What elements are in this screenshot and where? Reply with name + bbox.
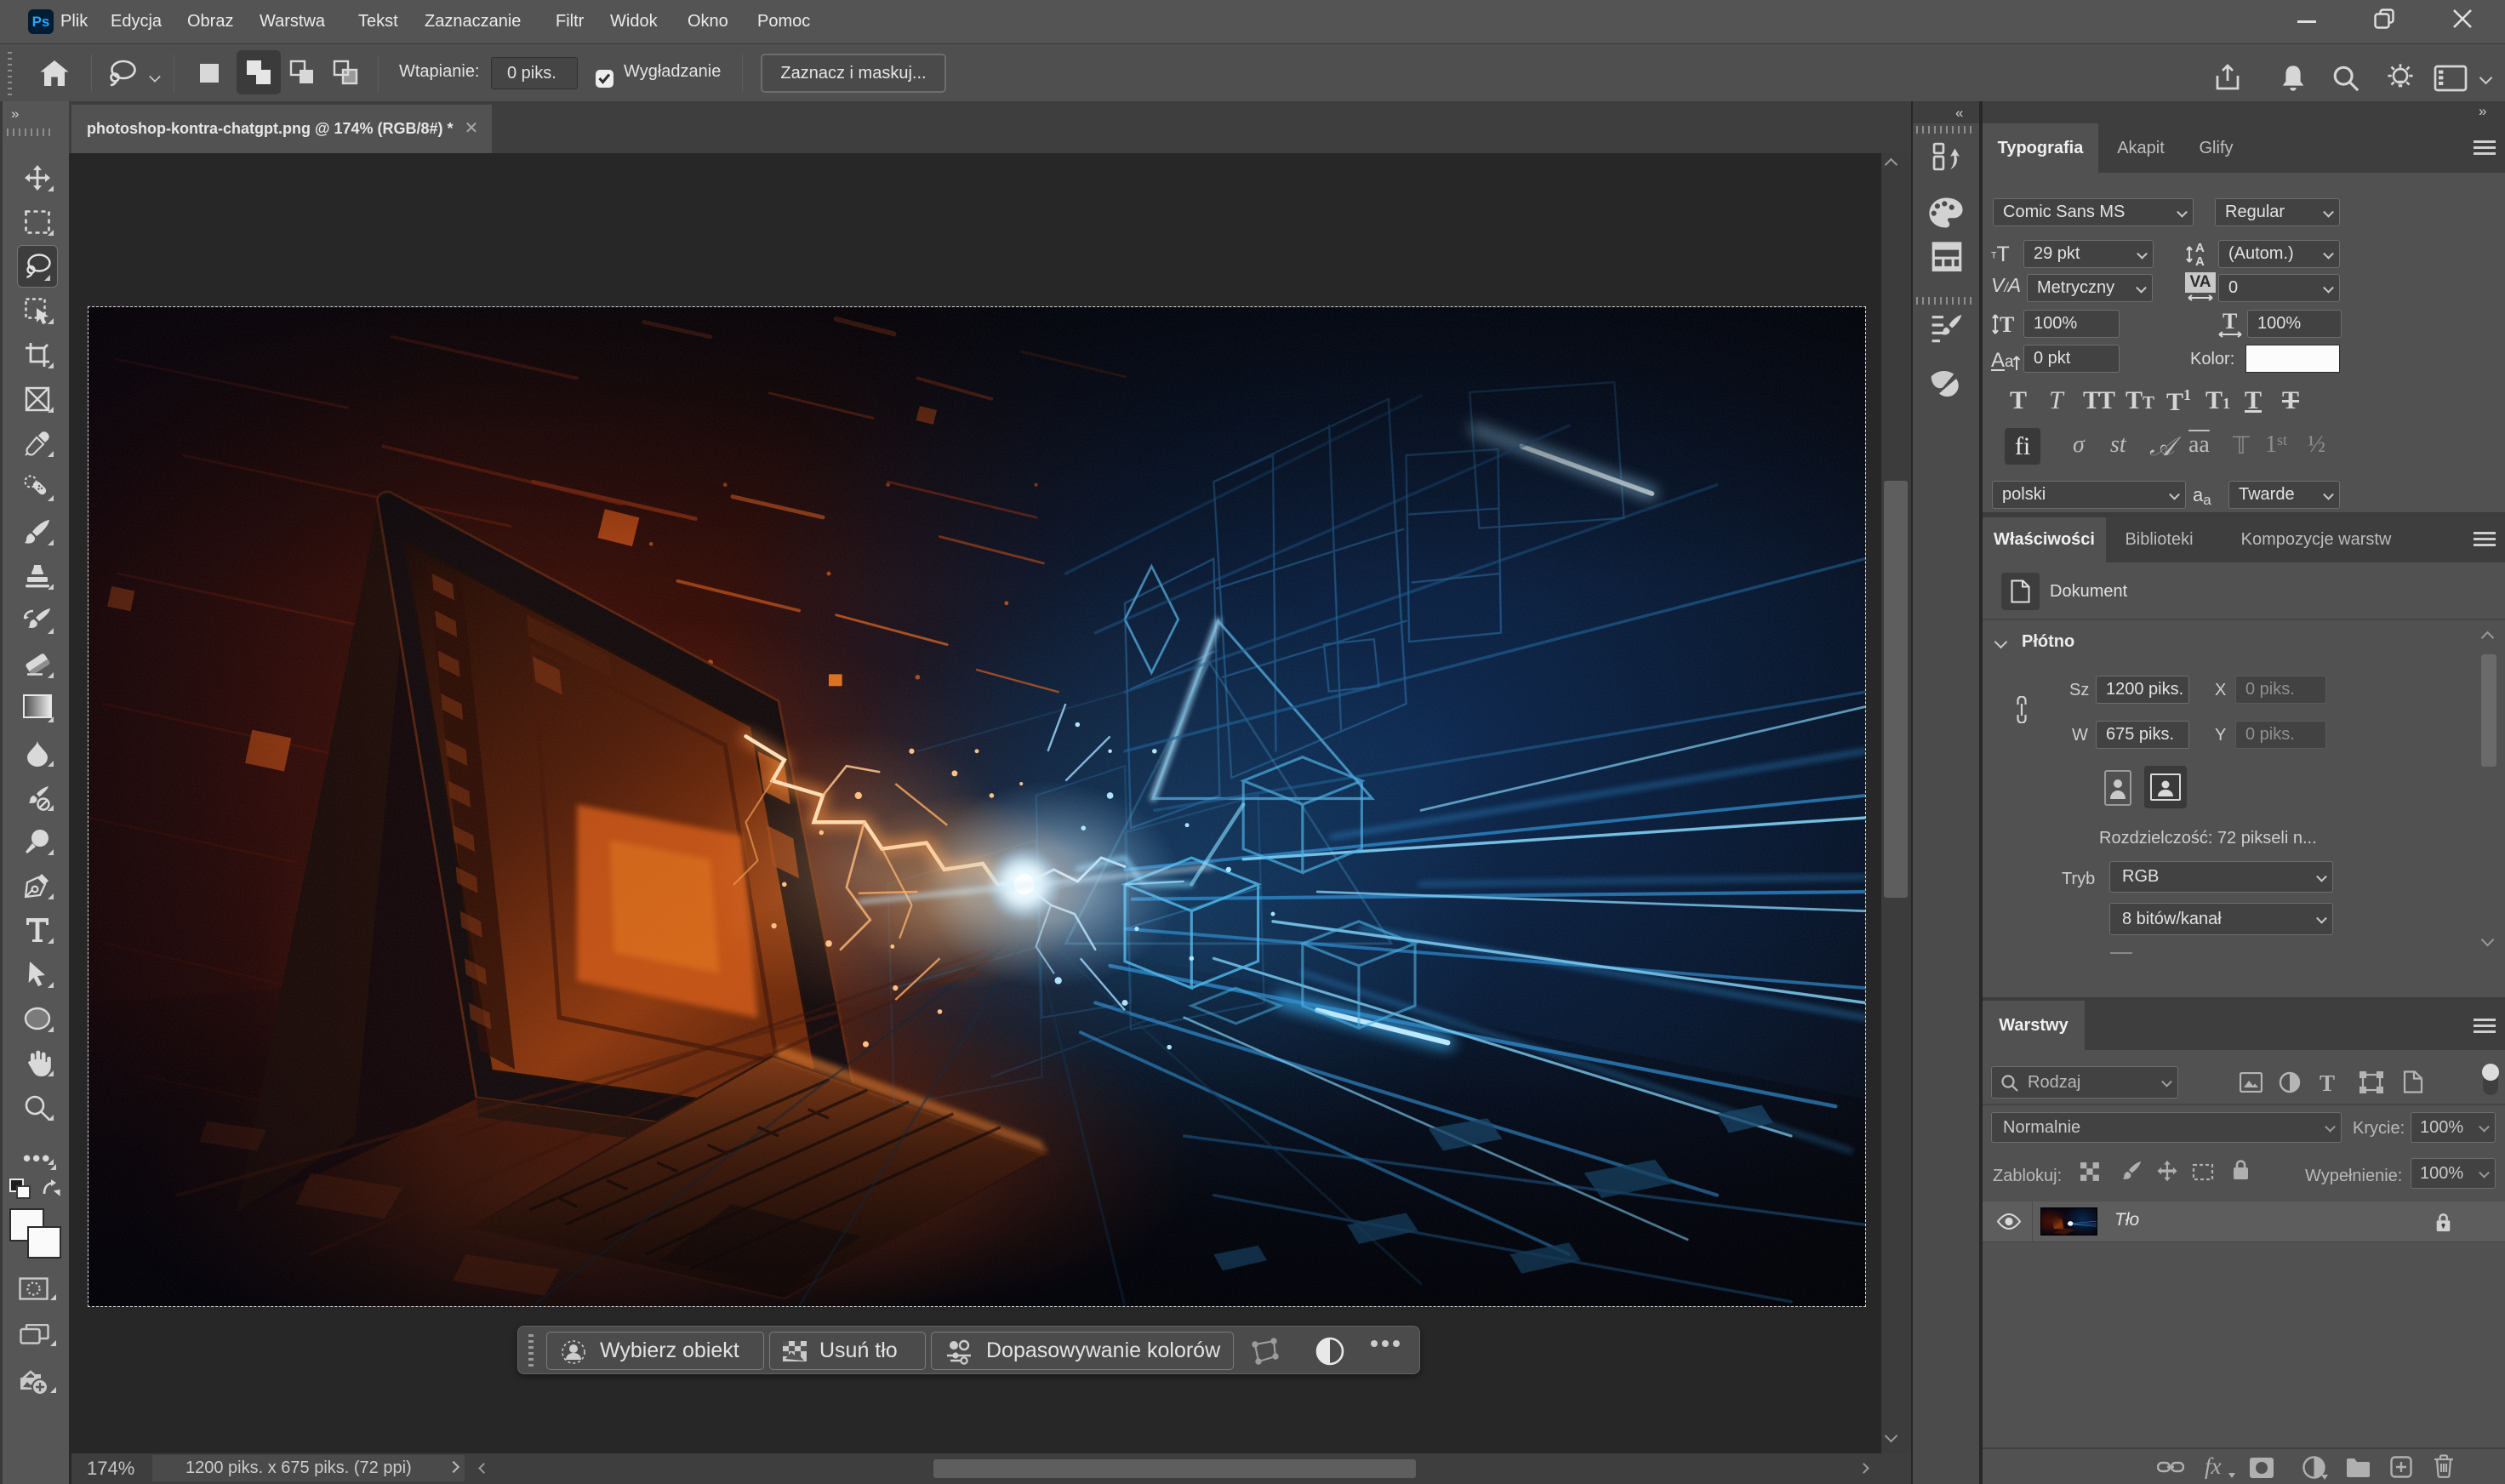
- svg-text:T: T: [2223, 310, 2237, 334]
- svg-text:A: A: [2195, 254, 2205, 269]
- svg-text:T: T: [2000, 312, 2014, 337]
- svg-text:A: A: [2195, 241, 2205, 255]
- svg-text:a: a: [2005, 353, 2014, 371]
- svg-text:A: A: [1991, 349, 2005, 372]
